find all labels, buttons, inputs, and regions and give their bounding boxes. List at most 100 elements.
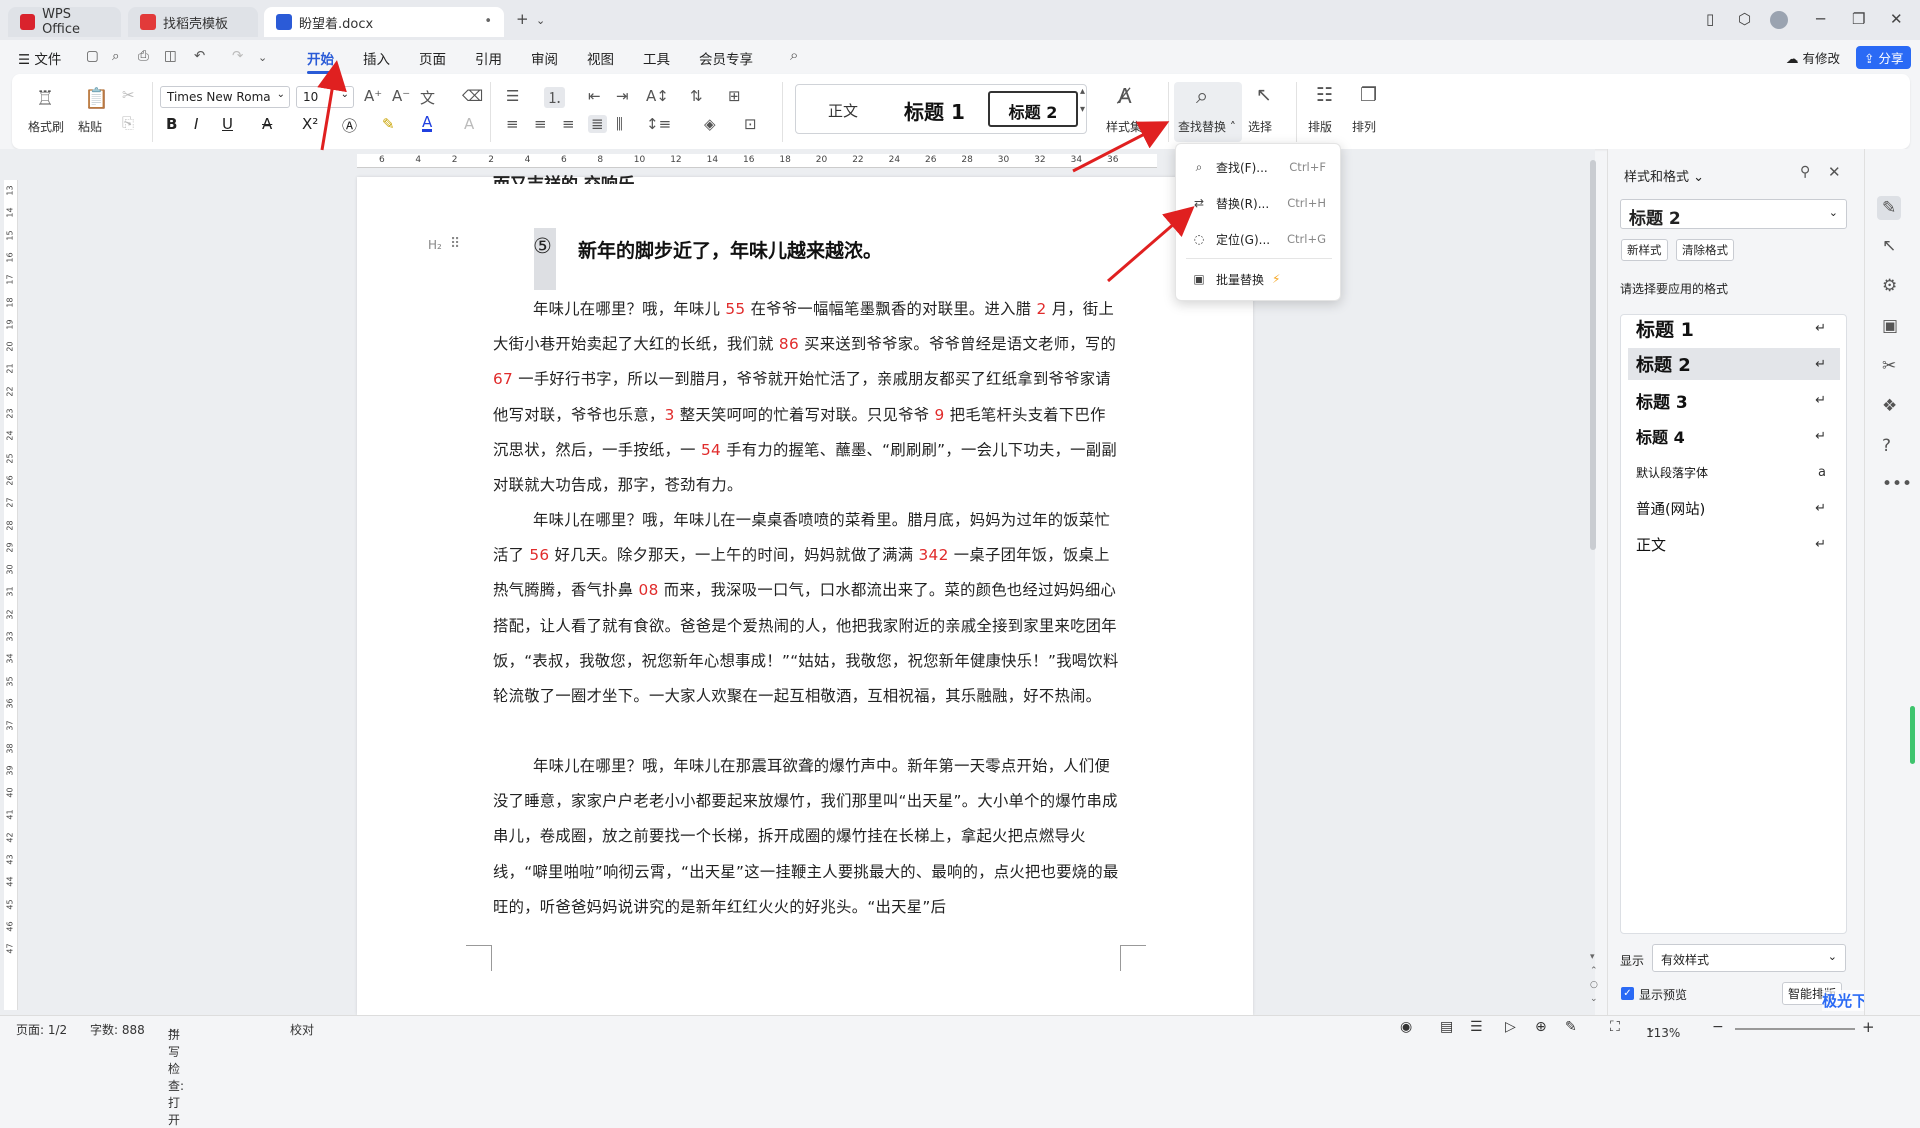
style-scroll-down-icon[interactable]: ▾ [1080, 104, 1085, 115]
tools-icon[interactable]: ✂ [1882, 356, 1896, 376]
spell-check[interactable]: 拼写检查: 打开 ⌄ [168, 1021, 184, 1127]
close-window-icon[interactable]: ✕ [1890, 10, 1903, 28]
menu-tools[interactable]: 工具 [643, 48, 670, 68]
zoom-in-icon[interactable]: + [1862, 1018, 1875, 1036]
style-pen-icon[interactable]: ✎ [1877, 196, 1902, 220]
menu-review[interactable]: 审阅 [531, 48, 558, 68]
arrange-icon[interactable]: ❐ [1360, 84, 1377, 106]
undo-icon[interactable]: ↶ [194, 48, 205, 64]
redo-icon[interactable]: ↷ [232, 48, 243, 64]
text-effect-icon[interactable]: Ⓐ [342, 115, 357, 136]
font-size-select[interactable]: 10 ⌄ [296, 86, 354, 108]
border-icon[interactable]: ⊡ [744, 115, 757, 133]
web-view-icon[interactable]: ⊕ [1535, 1019, 1547, 1035]
page-view-icon[interactable]: ▤ [1440, 1019, 1453, 1035]
gallery-icon[interactable]: ❖ [1882, 396, 1897, 416]
sidebar-toggle-icon[interactable]: ▯ [1706, 10, 1714, 28]
layout-icon[interactable]: ☷ [1316, 84, 1333, 106]
justify-icon[interactable]: ≣ [588, 115, 607, 133]
document-scrollbar[interactable] [1590, 160, 1596, 550]
style-normal[interactable]: 正文 [828, 100, 858, 121]
tab-wps-office[interactable]: WPS Office [8, 7, 121, 37]
show-filter-select[interactable]: 有效样式 ⌄ [1652, 944, 1846, 972]
strikethrough-icon[interactable]: A [262, 115, 272, 133]
file-menu[interactable]: ☰ 文件 [18, 48, 61, 68]
font-color-icon[interactable]: A [422, 115, 433, 132]
underline-icon[interactable]: U [222, 115, 233, 133]
select-pointer-icon[interactable]: ↖ [1882, 236, 1896, 256]
tab-template[interactable]: 找稻壳模板 [128, 7, 258, 37]
help-icon[interactable]: ? [1882, 436, 1891, 456]
find-replace-button[interactable]: 查找替换 ˄ [1178, 118, 1236, 135]
find-replace-icon[interactable]: ⌕ [1196, 84, 1208, 109]
paste-icon[interactable]: 📋 [84, 86, 109, 110]
zoom-level[interactable]: 113% ⌄ [1646, 1021, 1680, 1040]
style-list-item[interactable]: 标题 3 ↵ [1628, 384, 1840, 416]
shrink-font-icon[interactable]: A⁻ [392, 87, 410, 105]
new-style-button[interactable]: 新样式 [1621, 239, 1668, 261]
font-name-select[interactable]: Times New Roma ⌄ [160, 86, 290, 108]
arrange-button[interactable]: 排列 [1352, 118, 1376, 135]
zoom-slider[interactable] [1735, 1028, 1855, 1030]
pin-icon[interactable]: ⚲ [1800, 164, 1810, 180]
style-heading-1[interactable]: 标题 1 [904, 96, 965, 125]
style-list-item[interactable]: 标题 1 ↵ [1628, 312, 1840, 344]
style-list-item[interactable]: 标题 4 ↵ [1628, 420, 1840, 452]
locate-menu-item[interactable]: ◌ 定位(G)... Ctrl+G [1176, 224, 1342, 254]
tab-document[interactable]: 盼望着.docx • [264, 7, 504, 37]
drag-handle-icon[interactable]: ⠿ [450, 236, 460, 252]
word-count[interactable]: 字数: 888 [90, 1021, 145, 1038]
preview-checkbox[interactable]: ✓ [1621, 987, 1634, 1000]
panel-title[interactable]: 样式和格式 ⌄ [1624, 166, 1704, 185]
avatar[interactable] [1770, 11, 1788, 29]
clear-format-icon[interactable]: ⌫ [462, 87, 483, 105]
outline-view-icon[interactable]: ☰ [1470, 1019, 1483, 1035]
new-tab-icon[interactable]: + [516, 10, 529, 28]
style-scroll-up-icon[interactable]: ▴ [1080, 86, 1085, 97]
heading-text[interactable]: 新年的脚步近了，年味儿越来越浓。 [578, 236, 882, 263]
highlight-icon[interactable]: ✎ [382, 115, 395, 133]
modified-status[interactable]: ☁ 有修改 [1786, 48, 1840, 67]
pen-icon[interactable]: ✎ [1565, 1019, 1577, 1035]
batch-replace-menu-item[interactable]: ▣ 批量替换 ⚡ [1176, 264, 1342, 294]
print-preview-icon[interactable]: ◫ [164, 48, 177, 64]
style-list-item[interactable]: 正文 ↵ [1628, 528, 1840, 560]
numbered-list-icon[interactable]: ⒈ [544, 87, 566, 108]
cube-icon[interactable]: ⬡ [1738, 10, 1751, 28]
decrease-indent-icon[interactable]: ⇤ [588, 87, 601, 105]
distributed-icon[interactable]: ⫼ [616, 115, 623, 133]
search-icon[interactable]: ⌕ [790, 46, 798, 64]
format-brush-icon[interactable]: ♖ [36, 86, 54, 110]
phonetic-icon[interactable]: 文 [420, 87, 435, 108]
align-right-icon[interactable]: ≡ [562, 115, 575, 133]
format-brush-button[interactable]: 格式刷 [28, 118, 64, 135]
paste-button[interactable]: 粘贴 [78, 118, 102, 135]
style-list-item[interactable]: 普通(网站) ↵ [1628, 492, 1840, 524]
adjust-icon[interactable]: ⚙ [1882, 276, 1897, 296]
style-list-item[interactable]: 默认段落字体 a [1628, 456, 1840, 488]
align-center-icon[interactable]: ≡ [534, 115, 547, 133]
select-cursor-icon[interactable]: ↖ [1256, 84, 1272, 106]
superscript-icon[interactable]: X² [302, 115, 318, 133]
horizontal-ruler[interactable]: 6 4 2 2 4 6 8 10 12 14 16 18 20 22 24 26 28 30 32 34 36 [357, 154, 1157, 168]
style-list-item[interactable]: 标题 2 ↵ [1628, 348, 1840, 380]
replace-menu-item[interactable]: ⇄ 替换(R)... Ctrl+H [1176, 188, 1342, 218]
page-nav-icons[interactable]: ▾ ⌃ ○ ⌄ [1590, 950, 1598, 1006]
paragraph-2[interactable]: 年味儿在哪里？哦，年味儿在一桌桌香喷喷的菜肴里。腊月底，妈妈为过年的饭菜忙活了 … [493, 503, 1119, 750]
more-icon[interactable]: ••• [1882, 474, 1912, 494]
menu-vip[interactable]: 会员专享 [699, 48, 753, 68]
align-left-icon[interactable]: ≡ [506, 115, 519, 133]
minimize-icon[interactable]: ─ [1816, 10, 1825, 28]
vertical-ruler[interactable]: 13 14 15 16 17 18 19 20 21 22 23 24 25 26 27 28 29 30 31 32… [4, 180, 18, 1010]
menu-page[interactable]: 页面 [419, 48, 446, 68]
grow-font-icon[interactable]: A⁺ [364, 87, 382, 105]
tab-list-chevron-icon[interactable]: ⌄ [536, 14, 545, 27]
quick-access-chevron-icon[interactable]: ⌄ [258, 51, 267, 64]
menu-home[interactable]: 开始 [307, 48, 334, 74]
zoom-out-icon[interactable]: − [1712, 1019, 1724, 1035]
fit-icon[interactable]: ⛶ [1610, 1019, 1620, 1035]
restore-icon[interactable]: ❐ [1852, 10, 1865, 28]
menu-view[interactable]: 视图 [587, 48, 614, 68]
clear-format-button[interactable]: 清除格式 [1676, 239, 1734, 261]
paragraph-1[interactable]: 年味儿在哪里？哦，年味儿 55 在爷爷一幅幅笔墨飘香的对联里。进入腊 2 月，街… [493, 292, 1119, 504]
